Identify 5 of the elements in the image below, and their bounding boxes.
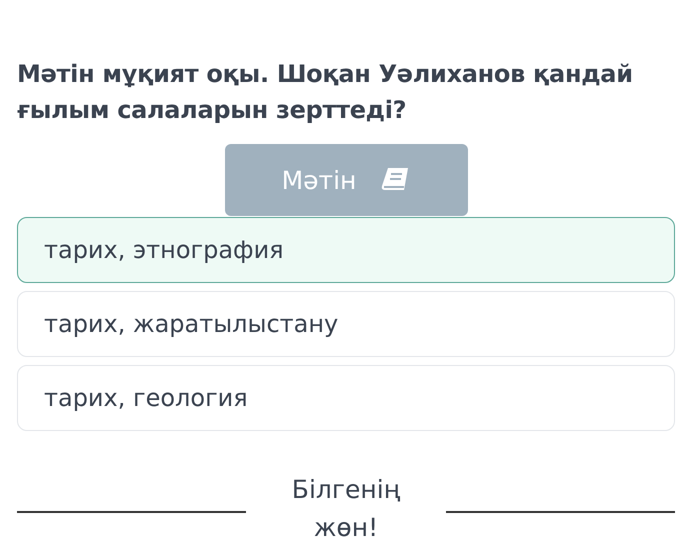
answer-option[interactable]: тарих, жаратылыстану [17, 291, 675, 357]
answer-option[interactable]: тарих, этнография [17, 217, 675, 283]
answer-option[interactable]: тарих, геология [17, 365, 675, 431]
footer-text: Білгенің жөн! [290, 474, 402, 544]
question-text: Мәтін мұқият оқы. Шоқан Уәлиханов қандай ғылым салаларын зерттеді? [17, 59, 634, 126]
